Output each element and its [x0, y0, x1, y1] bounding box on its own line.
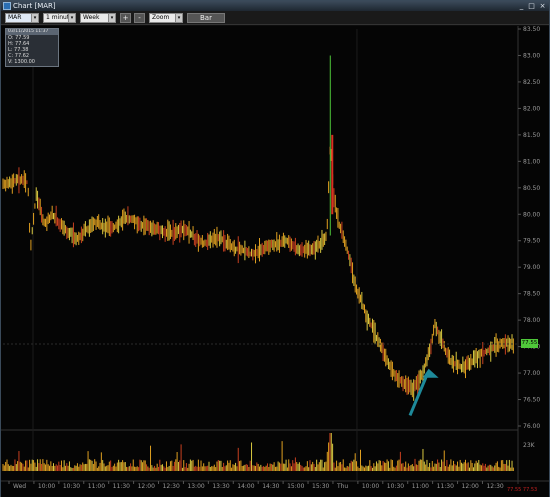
window-title: Chart [MAR]	[13, 2, 56, 10]
x-tick-label: 15:00	[287, 483, 304, 490]
y-tick-label: 76.50	[523, 397, 540, 404]
y-tick-label: 79.50	[523, 238, 540, 245]
x-tick-label: 15:30	[312, 483, 329, 490]
plot-background	[1, 26, 549, 497]
x-tick-label: 10:00	[38, 483, 55, 490]
range-value: Week	[83, 14, 100, 21]
y-tick-label: 83.50	[523, 26, 540, 33]
x-tick-label: Wed	[13, 483, 26, 490]
symbol-value: MAR	[8, 14, 22, 21]
x-tick-label: 12:30	[163, 483, 180, 490]
y-tick-label: 76.00	[523, 423, 540, 430]
y-tick-label: 83.00	[523, 52, 540, 59]
x-tick-label: 11:30	[113, 483, 130, 490]
y-tick-label: 82.50	[523, 79, 540, 86]
volume-axis-label: 23K	[523, 442, 536, 449]
y-tick-label: 77.00	[523, 370, 540, 377]
minimize-icon[interactable]: _	[517, 2, 526, 10]
x-tick-label: 14:30	[262, 483, 279, 490]
chevron-down-icon[interactable]: ▾	[175, 14, 182, 22]
y-tick-label: 80.00	[523, 211, 540, 218]
symbol-input[interactable]: MAR ▾	[5, 13, 39, 23]
close-icon[interactable]: ×	[538, 2, 547, 10]
last-price-marker: 77.55	[521, 339, 538, 348]
x-tick-label: 14:00	[237, 483, 254, 490]
title-bar[interactable]: Chart [MAR] _ □ ×	[1, 1, 549, 11]
x-tick-label: Thu	[336, 483, 348, 490]
x-tick-label: 12:30	[486, 483, 503, 490]
toolbar: MAR ▾ 1 minute ▾ Week ▾ + - Zoom ▾ Bar	[1, 11, 549, 25]
chart-window: Chart [MAR] _ □ × MAR ▾ 1 minute ▾ Week …	[0, 0, 550, 497]
y-tick-label: 78.00	[523, 317, 540, 324]
tool-select[interactable]: Zoom ▾	[149, 13, 183, 23]
y-tick-label: 81.50	[523, 132, 540, 139]
y-tick-label: 81.00	[523, 158, 540, 165]
x-tick-label: 10:00	[362, 483, 379, 490]
ohlc-volume: V: 1300.00	[8, 59, 35, 65]
app-icon	[3, 2, 11, 10]
tool-value: Zoom	[152, 14, 170, 21]
bid-ask-label: 77.55 77.53	[507, 487, 538, 493]
zoom-out-button[interactable]: -	[134, 13, 145, 23]
zoom-in-button[interactable]: +	[120, 13, 131, 23]
x-tick-label: 12:00	[462, 483, 479, 490]
y-tick-label: 78.50	[523, 291, 540, 298]
x-tick-label: 13:00	[187, 483, 204, 490]
x-tick-label: 10:30	[63, 483, 80, 490]
x-tick-label: 11:00	[412, 483, 429, 490]
x-tick-label: 11:00	[88, 483, 105, 490]
x-tick-label: 12:00	[138, 483, 155, 490]
chevron-down-icon[interactable]: ▾	[108, 14, 115, 22]
x-tick-label: 10:30	[387, 483, 404, 490]
y-tick-label: 79.00	[523, 264, 540, 271]
interval-select[interactable]: 1 minute ▾	[43, 13, 76, 23]
x-tick-label: 11:30	[437, 483, 454, 490]
maximize-icon[interactable]: □	[527, 2, 536, 10]
y-tick-label: 82.00	[523, 105, 540, 112]
price-chart[interactable]: 83.50 83.00 82.50 82.00 81.50 81.00 80.50 80.00…	[1, 26, 549, 497]
x-tick-label: 13:30	[212, 483, 229, 490]
chevron-down-icon[interactable]: ▾	[68, 14, 75, 22]
ohlc-tooltip: 03/11/2015 11:37 O: 77.59 H: 77.64 L: 77…	[5, 28, 59, 67]
chart-style-button[interactable]: Bar	[187, 13, 225, 23]
chart-area[interactable]: 83.50 83.00 82.50 82.00 81.50 81.00 80.50 80.00…	[1, 26, 549, 497]
y-tick-label: 80.50	[523, 185, 540, 192]
range-select[interactable]: Week ▾	[80, 13, 116, 23]
chevron-down-icon[interactable]: ▾	[31, 14, 38, 22]
